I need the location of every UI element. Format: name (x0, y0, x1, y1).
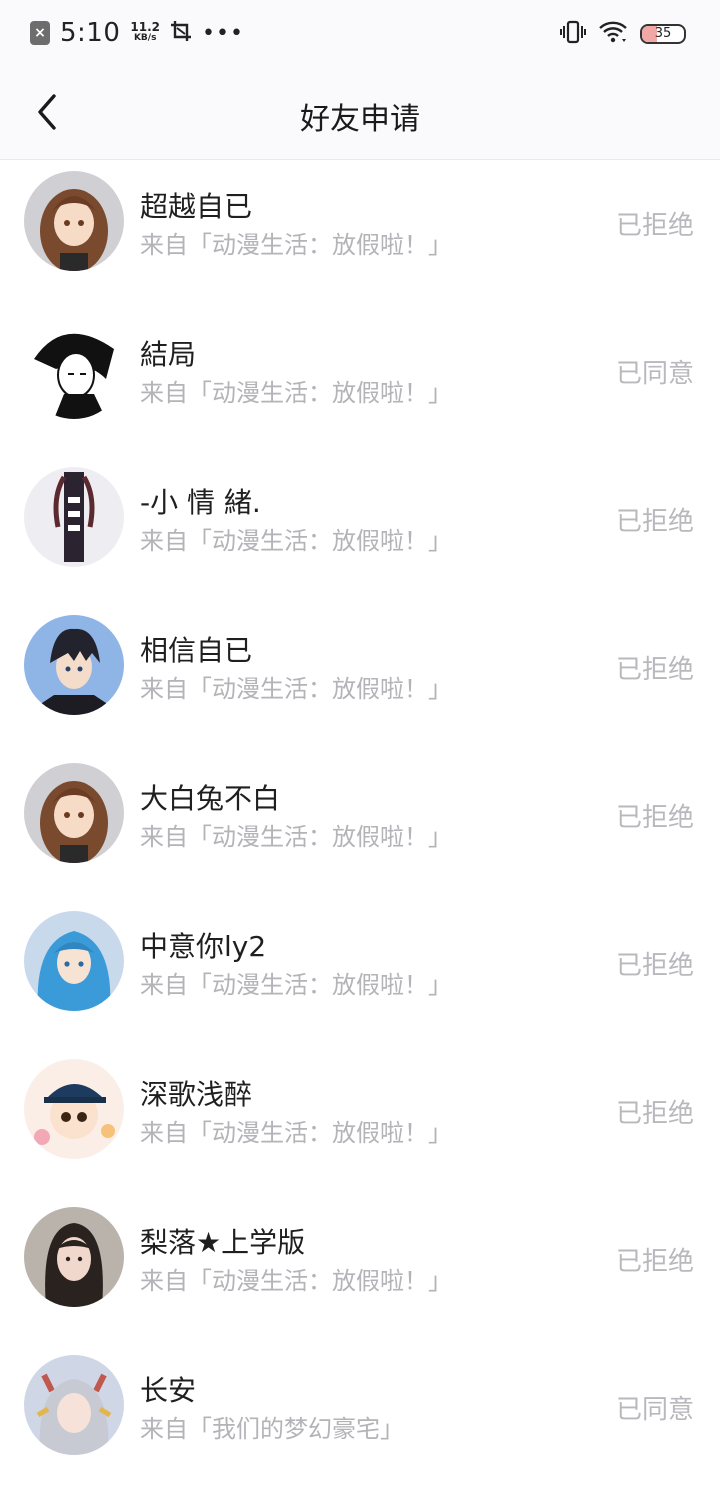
network-speed: 11.2 KB/s (130, 20, 160, 44)
requester-name: 結局 (140, 338, 197, 371)
request-source: 来自「动漫生活：放假啦！」 (140, 971, 452, 999)
battery-icon: 35 (640, 24, 686, 44)
avatar-blue-hair-girl[interactable] (24, 911, 124, 1011)
avatar-brown-hair-girl[interactable] (24, 763, 124, 863)
request-source: 来自「动漫生活：放假啦！」 (140, 823, 452, 851)
friend-request-row[interactable]: 中意你ly2 来自「动漫生活：放假啦！」 已拒绝 (0, 901, 720, 1049)
avatar-silver-hair-girl[interactable] (24, 1355, 124, 1455)
request-source: 来自「动漫生活：放假啦！」 (140, 231, 452, 259)
request-source: 来自「动漫生活：放假啦！」 (140, 379, 452, 407)
request-status: 已同意 (615, 359, 694, 389)
requester-name: -小 情 緒. (140, 486, 261, 519)
request-source: 来自「动漫生活：放假啦！」 (140, 675, 452, 703)
friend-request-row[interactable]: -小 情 緒. 来自「动漫生活：放假啦！」 已拒绝 (0, 457, 720, 605)
more-notifications-icon: ••• (202, 20, 244, 46)
avatar-monochrome-boy[interactable] (24, 319, 124, 419)
request-source: 来自「动漫生活：放假啦！」 (140, 527, 452, 555)
request-status: 已同意 (615, 1395, 694, 1425)
request-status: 已拒绝 (615, 1099, 694, 1129)
status-bar-right: 35 (560, 20, 686, 48)
status-bar: × 5:10 11.2 KB/s ••• 35 (0, 0, 720, 66)
friend-request-row[interactable]: 梨落★上学版 来自「动漫生活：放假啦！」 已拒绝 (0, 1197, 720, 1345)
requester-name: 梨落★上学版 (140, 1226, 306, 1259)
wifi-icon (598, 20, 628, 48)
friend-request-row[interactable]: 相信自已 来自「动漫生活：放假啦！」 已拒绝 (0, 605, 720, 753)
page-title: 好友申请 (300, 102, 420, 137)
friend-request-row[interactable]: 超越自已 来自「动漫生活：放假啦！」 已拒绝 (0, 161, 720, 309)
network-speed-unit: KB/s (133, 33, 157, 43)
status-bar-left: × 5:10 11.2 KB/s ••• (30, 18, 244, 48)
avatar-photo-girl[interactable] (24, 1207, 124, 1307)
avatar-black-hair-boy[interactable] (24, 615, 124, 715)
request-status: 已拒绝 (615, 1247, 694, 1277)
battery-level: 35 (654, 26, 672, 41)
avatar-brown-hair-girl[interactable] (24, 171, 124, 271)
navigation-bar: 好友申请 (0, 66, 720, 160)
request-source: 来自「我们的梦幻豪宅」 (140, 1415, 404, 1443)
requester-name: 深歌浅醉 (140, 1078, 253, 1111)
avatar-chibi-cap-boy[interactable] (24, 1059, 124, 1159)
requester-name: 长安 (140, 1374, 197, 1407)
requester-name: 相信自已 (140, 634, 253, 667)
friend-request-list: 超越自已 来自「动漫生活：放假啦！」 已拒绝 結局 来自「动漫生活：放假啦！」 … (0, 161, 720, 1493)
request-status: 已拒绝 (615, 803, 694, 833)
request-status: 已拒绝 (615, 655, 694, 685)
notification-close-icon: × (30, 21, 50, 45)
request-status: 已拒绝 (615, 211, 694, 241)
avatar-dark-figure[interactable] (24, 467, 124, 567)
requester-name: 超越自已 (140, 190, 253, 223)
friend-request-row[interactable]: 长安 来自「我们的梦幻豪宅」 已同意 (0, 1345, 720, 1493)
requester-name: 大白兔不白 (140, 782, 281, 815)
request-source: 来自「动漫生活：放假啦！」 (140, 1267, 452, 1295)
vibrate-icon (560, 20, 586, 48)
request-status: 已拒绝 (615, 507, 694, 537)
request-source: 来自「动漫生活：放假啦！」 (140, 1119, 452, 1147)
friend-request-row[interactable]: 大白兔不白 来自「动漫生活：放假啦！」 已拒绝 (0, 753, 720, 901)
friend-request-row[interactable]: 結局 来自「动漫生活：放假啦！」 已同意 (0, 309, 720, 457)
requester-name: 中意你ly2 (140, 930, 267, 963)
request-status: 已拒绝 (615, 951, 694, 981)
network-speed-value: 11.2 (130, 20, 160, 34)
clock: 5:10 (60, 18, 121, 48)
friend-request-row[interactable]: 深歌浅醉 来自「动漫生活：放假啦！」 已拒绝 (0, 1049, 720, 1197)
screenshot-icon (170, 20, 192, 47)
